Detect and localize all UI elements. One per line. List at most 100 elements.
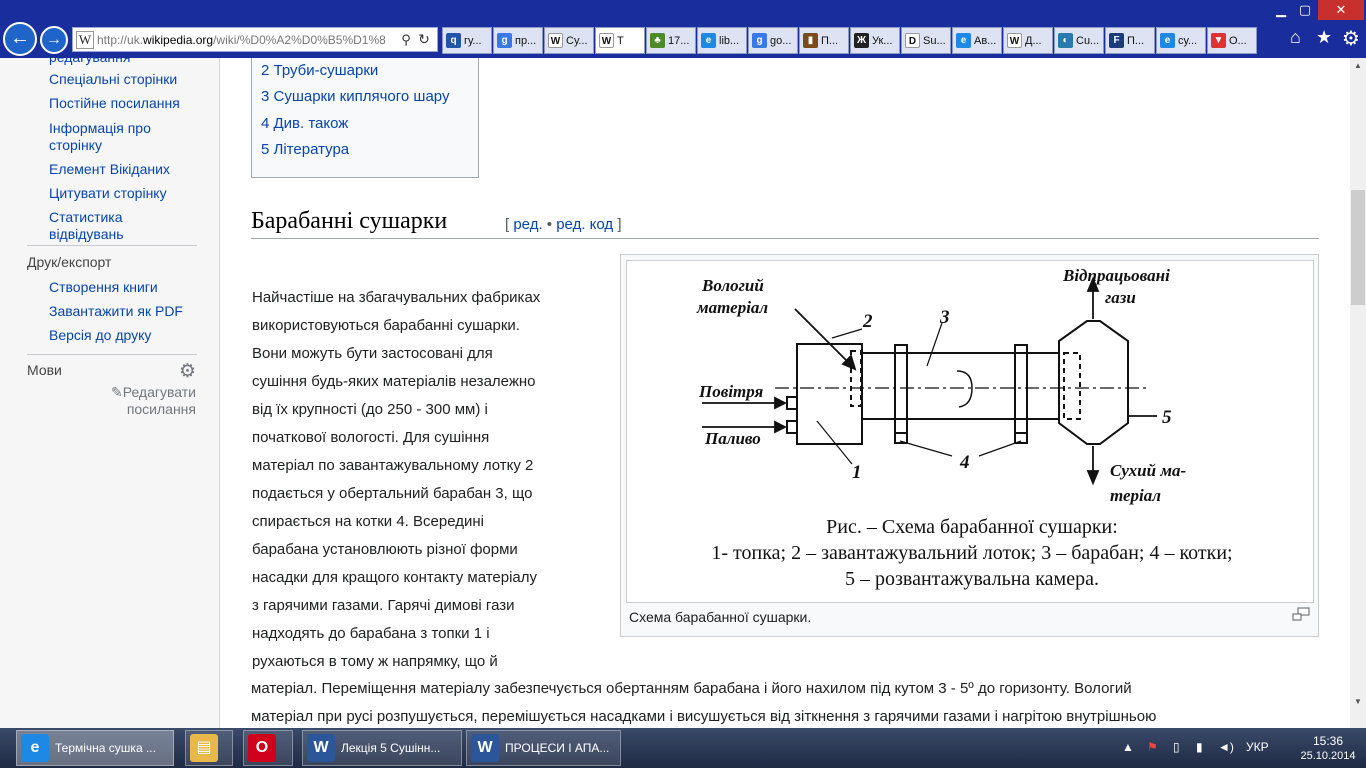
taskbar-button[interactable]: O (243, 730, 293, 766)
ie-icon: e (701, 33, 716, 48)
paragraph-line: початкової вологості. Для сушіння (252, 429, 490, 446)
browser-tab[interactable]: ▮ П... (799, 27, 849, 54)
address-url[interactable]: http://uk.wikipedia.org/wiki/%D0%A2%D0%B… (97, 33, 397, 47)
browser-tab[interactable]: ♣ 17... (646, 27, 696, 54)
pencil-icon: ✎ (111, 384, 123, 400)
scroll-up-arrow-icon[interactable]: ▲ (1350, 58, 1366, 74)
vertical-scrollbar[interactable]: ▲ ▼ (1350, 58, 1366, 728)
sidebar-item-page-info[interactable]: Інформація про сторінку (49, 120, 199, 154)
callout-3: 3 (939, 307, 950, 328)
sidebar-item-create-book[interactable]: Створення книги (49, 279, 158, 296)
battery-icon[interactable]: ▯ (1173, 740, 1180, 754)
figure-caption-line3: 5 – розвантажувальна камера. (845, 568, 1099, 590)
sidebar-item-special-pages[interactable]: Спеціальні сторінки (49, 71, 177, 88)
dryer-diagram[interactable]: Вологий матеріал Відпрацьовані гази Пові… (626, 260, 1314, 603)
toc-item[interactable]: 4 Див. також (261, 115, 348, 132)
taskbar-button[interactable]: ▤ (185, 730, 233, 766)
paragraph-line: рухаються в тому ж напрямку, що й (252, 653, 498, 670)
toc-item[interactable]: 5 Література (261, 141, 349, 158)
sidebar-item-permalink[interactable]: Постійне посилання (49, 95, 180, 112)
favorites-icon[interactable]: ★ (1316, 27, 1332, 48)
flag-icon[interactable]: ⚑ (1147, 740, 1158, 754)
scroll-thumb[interactable] (1351, 190, 1365, 305)
section-edit-links: [ ред. • ред. код ] (505, 216, 622, 233)
google-icon: g (752, 33, 767, 48)
volume-icon[interactable]: ◄) (1218, 740, 1234, 754)
browser-tab[interactable]: W Су... (544, 27, 594, 54)
sidebar-item-wikidata[interactable]: Елемент Вікіданих (49, 161, 170, 178)
edit-link[interactable]: ред. (513, 216, 542, 233)
back-button[interactable]: ← (3, 22, 37, 56)
paragraph-line: насадки для кращого контакту матеріалу (252, 569, 538, 586)
refresh-icon[interactable]: ↻ (415, 31, 433, 48)
sidebar-item-statistics[interactable]: Статистика відвідувань (49, 209, 169, 243)
signal-icon[interactable]: ▮ (1196, 740, 1203, 754)
taskbar-button[interactable]: e Термічна сушка ... (16, 730, 174, 766)
close-button[interactable]: ✕ (1318, 0, 1364, 20)
clock-date[interactable]: 25.10.2014 (1293, 750, 1363, 762)
edit-separator: • (542, 216, 557, 233)
browser-tab[interactable]: D Su... (901, 27, 951, 54)
discharge-chamber (1058, 320, 1129, 445)
tab-label: гу... (464, 34, 482, 47)
sidebar-divider (27, 245, 197, 246)
tab-label: 17... (668, 34, 690, 47)
wikipedia-icon: W (548, 33, 563, 48)
paragraph-line: надходять до барабана з топки 1 і (252, 625, 490, 642)
browser-tab[interactable]: Ж Ук... (850, 27, 900, 54)
address-bar[interactable]: W http://uk.wikipedia.org/wiki/%D0%A2%D0… (72, 27, 438, 52)
tray-expand-icon[interactable]: ▲ (1122, 740, 1134, 754)
search-icon: q (446, 33, 461, 48)
browser-tab[interactable]: ◐ Cu... (1054, 27, 1104, 54)
minimize-button[interactable]: ▁ (1270, 0, 1292, 20)
ie-icon: e (1160, 33, 1175, 48)
browser-tab[interactable]: W Д... (1003, 27, 1053, 54)
tab-label: О... (1229, 34, 1247, 47)
chamber-inner (1063, 352, 1081, 420)
wikipedia-icon: W (76, 30, 94, 49)
edit-source-link[interactable]: ред. код (556, 216, 613, 233)
browser-tab[interactable]: g go... (748, 27, 798, 54)
edit-links-button[interactable]: ✎Редагувати посилання (96, 384, 196, 418)
browser-tab[interactable]: WТ (595, 27, 645, 54)
taskbar-label: ПРОЦЕСИ І АПА... (505, 741, 610, 755)
sidebar-item-related-changes[interactable]: редагування (49, 58, 130, 66)
paragraph-line: Вони можуть бути застосовані для (252, 345, 493, 362)
maximize-button[interactable]: ▢ (1294, 0, 1316, 20)
taskbar-label: Лекція 5 Сушінн... (341, 741, 441, 755)
browser-tab[interactable]: g пр... (493, 27, 543, 54)
clock-time[interactable]: 15:36 (1293, 734, 1363, 748)
sidebar-item-download-pdf[interactable]: Завантажити як PDF (49, 303, 183, 320)
opera-icon: O (248, 734, 276, 762)
gear-icon[interactable]: ⚙ (179, 360, 196, 383)
language-indicator[interactable]: УКР (1246, 740, 1269, 754)
scroll-down-arrow-icon[interactable]: ▼ (1350, 694, 1366, 710)
browser-tab[interactable]: e Ав... (952, 27, 1002, 54)
forward-button[interactable]: → (40, 26, 68, 54)
browser-tab[interactable]: F П... (1105, 27, 1155, 54)
label-wet-2: матеріал (696, 298, 768, 317)
tab-strip: q гу... g пр... W Су... W Т ♣ 17... e lib... g go... ▮… (442, 27, 1258, 54)
tab-label: П... (1127, 34, 1145, 47)
search-icon[interactable]: ⚲ (397, 32, 415, 48)
taskbar-button[interactable]: W ПРОЦЕСИ І АПА... (466, 730, 621, 766)
globe-icon: ◐ (1058, 33, 1073, 48)
browser-tab[interactable]: e су... (1156, 27, 1206, 54)
figure-caption-line2: 1- топка; 2 – завантажувальний лоток; 3 … (711, 542, 1232, 564)
gear-icon[interactable]: ⚙ (1342, 26, 1360, 51)
browser-tab[interactable]: q гу... (442, 27, 492, 54)
sidebar-item-printable[interactable]: Версія до друку (49, 327, 151, 344)
browser-tab[interactable]: e lib... (697, 27, 747, 54)
tab-label: Ав... (974, 34, 997, 47)
home-icon[interactable]: ⌂ (1290, 27, 1301, 48)
enlarge-icon[interactable] (1292, 607, 1310, 621)
browser-tab[interactable]: ▼ О... (1207, 27, 1257, 54)
taskbar-button[interactable]: W Лекція 5 Сушінн... (302, 730, 462, 766)
sidebar-item-cite[interactable]: Цитувати сторінку (49, 185, 167, 202)
toc-item[interactable]: 2 Труби-сушарки (261, 62, 378, 79)
toc-item[interactable]: 3 Сушарки киплячого шару (261, 88, 449, 105)
tab-label: Т (617, 34, 624, 47)
callout-4: 4 (959, 452, 970, 473)
tab-label: Ук... (872, 34, 893, 47)
section-heading: Барабанні сушарки (251, 208, 448, 234)
